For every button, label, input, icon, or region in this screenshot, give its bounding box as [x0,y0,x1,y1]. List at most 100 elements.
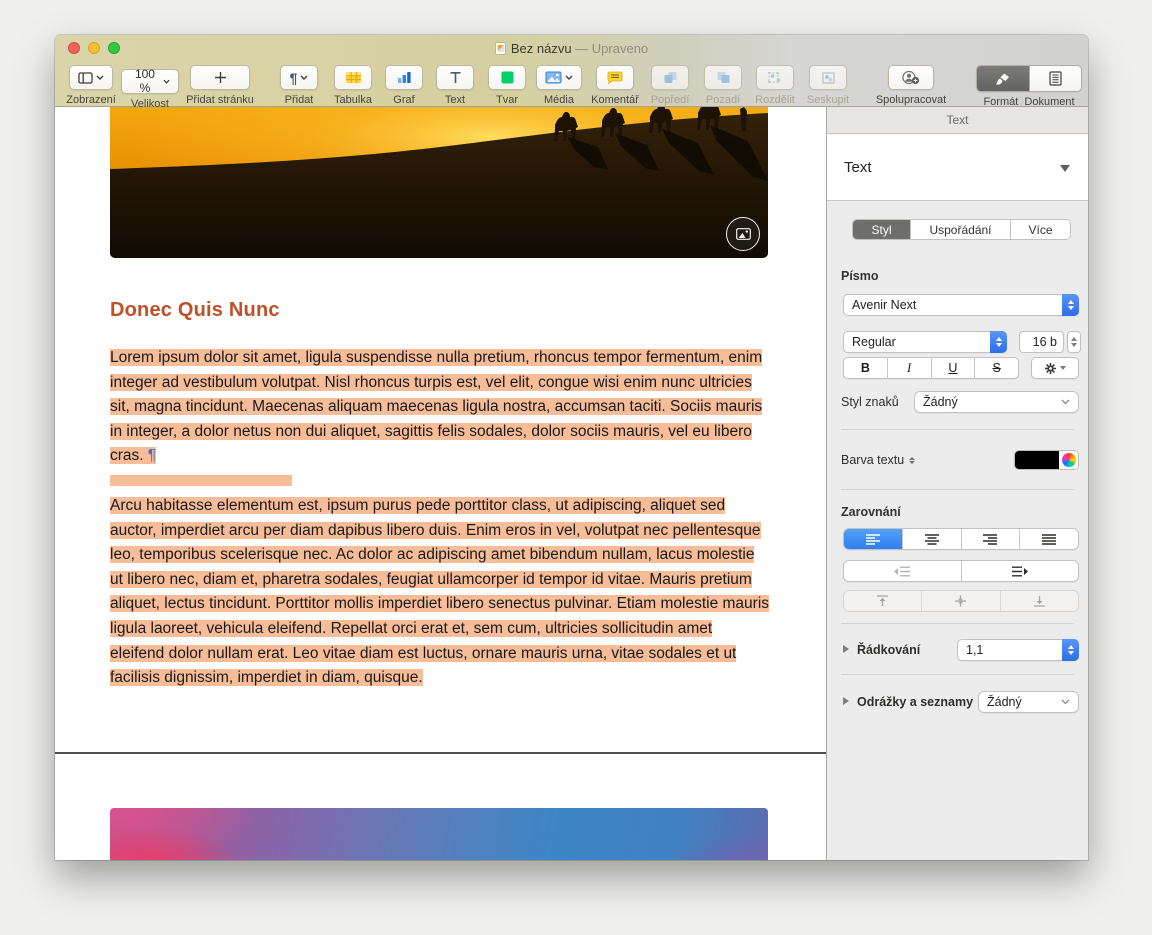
selected-text: Lorem ipsum dolor sit amet, ligula suspe… [110,349,763,465]
inspector-panel-title: Text [827,107,1088,134]
alignment-buttons [843,528,1079,550]
window-header: Bez názvu — Upraveno Zobrazení 100 % Vel… [55,35,1088,110]
pilcrow-icon: ¶ [289,69,298,86]
comment-icon [607,71,623,84]
bullets-label: Odrážky a seznamy [857,695,974,709]
shape-square-icon [501,71,513,84]
align-center-button[interactable] [901,529,961,549]
underline-button[interactable]: U [930,358,975,378]
inspector-segmented [976,65,1082,92]
media-button[interactable] [536,65,582,90]
text-color-label: Barva textu [841,453,916,467]
table-label: Tabulka [334,94,372,106]
font-size-field[interactable]: 16 b [1019,331,1064,353]
line-spacing-disclosure-icon[interactable] [843,645,849,653]
second-page-image-sky[interactable] [110,808,768,860]
collaborate-icon [902,70,920,85]
hero-image-desert[interactable] [110,107,768,258]
add-page-label: Přidat stránku [186,94,254,106]
align-justify-button[interactable] [1019,529,1078,549]
toolbar-item-view: Zobrazení [63,65,119,106]
align-left-button[interactable] [844,529,902,549]
collaborate-button[interactable] [888,65,934,90]
decrease-indent-button [844,561,961,581]
text-color-well[interactable] [1014,450,1079,470]
chevron-down-icon [300,75,308,80]
add-page-button[interactable] [190,65,250,90]
bullets-value: Žádný [987,695,1022,709]
font-section-label: Písmo [841,269,879,283]
table-button[interactable] [334,65,372,90]
object-style-row[interactable]: Text [827,134,1088,201]
line-spacing-field[interactable]: 1,1 [957,639,1079,661]
increase-indent-button[interactable] [960,561,1078,581]
line-spacing-stepper[interactable] [1062,639,1079,661]
color-mode-stepper-icon[interactable] [909,456,916,465]
group-label: Seskupit [806,94,850,106]
document-button[interactable] [1029,66,1081,91]
titlebar[interactable]: Bez názvu — Upraveno [55,35,1088,61]
chart-button[interactable] [385,65,423,90]
gear-icon [1045,362,1056,374]
char-style-dropdown[interactable]: Žádný [914,391,1079,413]
divider [841,623,1074,624]
toolbar-item-inspector: Formát Dokument [973,65,1085,108]
chevron-down-icon [1060,366,1066,370]
font-family-select[interactable]: Avenir Next [843,294,1079,316]
strikethrough-button[interactable]: S [974,358,1018,378]
document-canvas[interactable]: Donec Quis Nunc Lorem ipsum dolor sit am… [55,107,826,860]
format-button[interactable] [977,66,1029,91]
toolbar-item-textbox: Text [429,65,481,106]
background-button [704,65,742,90]
char-style-label: Styl znaků [841,395,899,409]
font-style-stepper[interactable] [990,331,1007,353]
disclosure-down-icon[interactable] [1060,165,1070,172]
chevron-down-icon [1061,399,1070,405]
bullets-disclosure-icon[interactable] [843,697,849,705]
color-swatch-black[interactable] [1015,451,1059,469]
chart-label: Graf [393,94,415,106]
shape-button[interactable] [488,65,526,90]
alignment-section-label: Zarovnání [841,505,901,519]
bold-button[interactable]: B [844,358,887,378]
valign-bottom-button [999,591,1078,611]
toolbar-item-table: Tabulka [325,65,381,106]
font-size-stepper[interactable] [1067,331,1081,353]
insert-button[interactable]: ¶ [280,65,318,90]
color-wheel-button[interactable] [1059,451,1078,469]
font-style-select[interactable]: Regular [843,331,1007,353]
italic-button[interactable]: I [886,358,931,378]
toolbar-item-zoom: 100 % Velikost [121,65,179,110]
divider [841,489,1074,490]
comment-button[interactable] [596,65,634,90]
font-family-stepper[interactable] [1062,294,1079,316]
zoom-level-button[interactable]: 100 % [121,67,179,95]
selection-gap-highlight [110,475,292,486]
doc-paragraph-1[interactable]: Lorem ipsum dolor sit amet, ligula suspe… [110,346,770,469]
tab-vice[interactable]: Více [1010,220,1070,239]
bullets-dropdown[interactable]: Žádný [978,691,1079,713]
valign-top-button [844,591,922,611]
ungroup-label: Rozdělit [755,94,795,106]
textbox-button[interactable] [436,65,474,90]
doc-paragraph-2[interactable]: Arcu habitasse elementum est, ipsum puru… [110,494,770,691]
shape-label: Tvar [496,94,518,106]
media-image-icon [545,71,562,84]
media-label: Média [544,94,574,106]
toolbar-item-group: Seskupit [799,65,857,106]
view-button[interactable] [69,65,113,90]
pilcrow-mark: ¶ [147,447,157,465]
chevron-down-icon [1061,699,1070,705]
background-icon [717,72,729,83]
align-right-button[interactable] [960,529,1020,549]
doc-heading[interactable]: Donec Quis Nunc [110,299,280,322]
char-style-value: Žádný [923,395,958,409]
format-brush-icon [995,73,1009,85]
inspector-tabs: Styl Uspořádání Více [852,219,1071,240]
tab-styl[interactable]: Styl [853,220,910,239]
replace-media-button[interactable] [726,217,760,251]
toolbar-item-collaborate: Spolupracovat [863,65,959,106]
pages-window: Bez názvu — Upraveno Zobrazení 100 % Vel… [55,35,1088,860]
advanced-options-button[interactable] [1031,357,1079,379]
tab-usporadani[interactable]: Uspořádání [910,220,1010,239]
